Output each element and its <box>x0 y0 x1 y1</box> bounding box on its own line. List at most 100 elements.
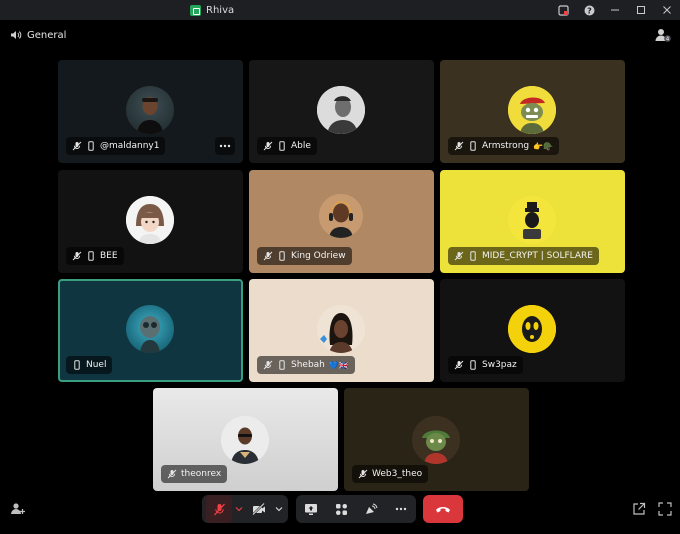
participant-avatar <box>317 86 365 134</box>
mobile-icon <box>470 360 476 370</box>
app-name: Rhiva <box>206 4 235 16</box>
people-icon: 4 <box>655 29 671 43</box>
more-icon <box>395 507 407 511</box>
soundboard-icon <box>366 503 378 514</box>
participant-tile[interactable]: Shebah 💙🇬🇧 <box>249 279 434 382</box>
activity-controls <box>296 495 416 523</box>
participant-label: Shebah 💙🇬🇧 <box>257 356 355 374</box>
svg-text:4: 4 <box>666 37 670 43</box>
participant-avatar <box>126 86 174 134</box>
inbox-icon <box>557 4 569 16</box>
minimize-button[interactable] <box>602 0 628 20</box>
participant-tile[interactable]: King Odriew <box>249 170 434 273</box>
tile-more-button[interactable] <box>215 137 235 155</box>
participant-tile[interactable]: Sw3paz <box>440 279 625 382</box>
mobile-icon <box>88 251 94 261</box>
participant-emoji: 👉🪖 <box>533 141 554 151</box>
invite-button[interactable] <box>10 501 26 517</box>
pop-out-icon <box>633 502 646 515</box>
help-button[interactable]: ? <box>576 0 602 20</box>
hang-up-icon <box>436 507 450 513</box>
participant-tile[interactable]: Armstrong 👉🪖 <box>440 60 625 163</box>
mic-options-button[interactable] <box>232 495 246 523</box>
participant-name: Nuel <box>86 360 107 370</box>
participant-tile[interactable]: BEE <box>58 170 243 273</box>
participant-name: King Odriew <box>291 251 346 261</box>
mobile-icon <box>88 141 94 151</box>
mic-muted-icon <box>263 141 273 151</box>
title-bar: Rhiva ? <box>0 0 680 20</box>
fullscreen-icon <box>658 502 672 516</box>
participant-tile[interactable]: MIDE_CRYPT | SOLFLARE <box>440 170 625 273</box>
mic-muted-icon <box>263 251 273 261</box>
leave-call-button[interactable] <box>423 495 463 523</box>
mic-off-icon <box>213 503 225 515</box>
maximize-button[interactable] <box>628 0 654 20</box>
app-title: Rhiva <box>190 3 234 17</box>
media-controls <box>202 495 288 523</box>
mic-muted-icon <box>454 251 464 261</box>
participant-avatar <box>221 416 269 464</box>
participant-tile-speaking[interactable]: Nuel <box>58 279 243 382</box>
participant-label: Able <box>257 137 317 155</box>
minimize-icon <box>611 9 619 11</box>
participant-name: Armstrong <box>482 141 530 151</box>
fullscreen-button[interactable] <box>658 501 674 517</box>
participant-tile[interactable]: theonrex <box>153 388 338 491</box>
pop-out-button[interactable] <box>632 501 648 517</box>
mic-muted-icon <box>358 469 368 479</box>
participant-avatar <box>508 86 556 134</box>
participant-label: Web3_theo <box>352 465 429 483</box>
participant-label: Armstrong 👉🪖 <box>448 137 560 155</box>
speaker-icon <box>11 31 22 39</box>
participant-avatar <box>126 196 174 244</box>
mic-muted-icon <box>454 141 464 151</box>
mobile-icon <box>279 360 285 370</box>
chevron-down-icon <box>235 507 243 512</box>
participant-name: Shebah <box>291 360 325 370</box>
screen-share-button[interactable] <box>296 495 326 523</box>
more-options-button[interactable] <box>386 495 416 523</box>
help-icon: ? <box>584 5 594 15</box>
channel-name: General <box>27 29 67 41</box>
mobile-icon <box>279 141 285 151</box>
soundboard-button[interactable] <box>356 495 386 523</box>
participant-name: MIDE_CRYPT | SOLFLARE <box>482 251 593 261</box>
more-icon <box>219 144 231 148</box>
participant-tile[interactable]: Able <box>249 60 434 163</box>
activities-icon <box>335 503 347 515</box>
mobile-icon <box>470 251 476 261</box>
add-user-icon <box>11 503 25 514</box>
participant-name: theonrex <box>181 469 222 479</box>
mic-muted-icon <box>72 141 82 151</box>
participant-avatar <box>508 305 556 353</box>
participant-name: Able <box>291 141 311 151</box>
participant-avatar <box>508 196 556 244</box>
participant-label: King Odriew <box>257 247 352 265</box>
mic-muted-icon <box>454 360 464 370</box>
camera-options-button[interactable] <box>272 495 286 523</box>
participant-avatar <box>412 416 460 464</box>
camera-toggle-button[interactable] <box>246 495 272 523</box>
mic-toggle-button[interactable] <box>206 495 232 523</box>
participant-label: @maldanny1 <box>66 137 166 155</box>
svg-text:?: ? <box>587 6 592 15</box>
mic-muted-icon <box>263 360 273 370</box>
participant-avatar <box>317 305 365 353</box>
screen-share-icon <box>305 503 317 515</box>
participant-name: Sw3paz <box>482 360 517 370</box>
participant-label: theonrex <box>161 465 228 483</box>
close-button[interactable] <box>654 0 680 20</box>
participant-tile[interactable]: Web3_theo <box>344 388 529 491</box>
participant-label: MIDE_CRYPT | SOLFLARE <box>448 247 599 265</box>
mobile-icon <box>470 141 476 151</box>
chevron-down-icon <box>275 507 283 512</box>
participant-avatar <box>319 194 363 238</box>
participant-tile[interactable]: @maldanny1 <box>58 60 243 163</box>
activities-button[interactable] <box>326 495 356 523</box>
participant-name: Web3_theo <box>372 469 423 479</box>
inbox-button[interactable] <box>550 0 576 20</box>
participants-button[interactable]: 4 <box>654 26 672 44</box>
participant-label: Sw3paz <box>448 356 523 374</box>
participant-name: @maldanny1 <box>100 141 160 151</box>
